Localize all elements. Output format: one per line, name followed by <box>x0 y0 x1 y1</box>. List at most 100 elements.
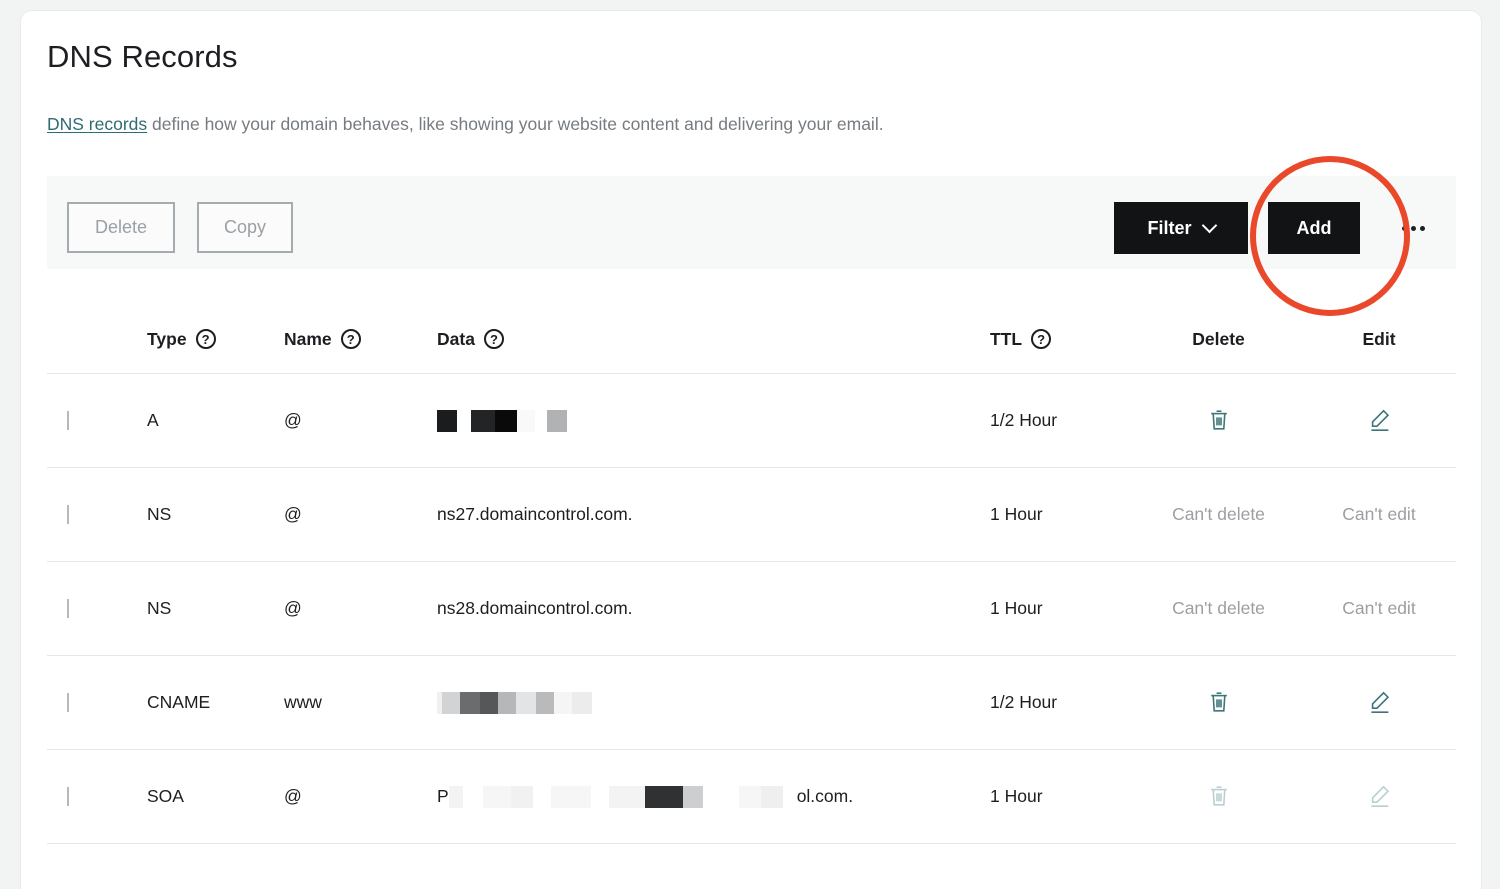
header-type-label: Type <box>147 328 187 349</box>
row-checkbox[interactable] <box>67 598 69 618</box>
redaction-block <box>482 785 511 808</box>
table-header-row: Type ? Name ? Data ? TTL ? Delete Edit <box>47 269 1456 374</box>
record-type: NS <box>147 504 172 524</box>
trash-icon[interactable] <box>1204 405 1234 435</box>
record-data-value: ns27.domaincontrol.com. <box>437 504 633 524</box>
record-name: @ <box>284 410 302 430</box>
record-data-cell <box>437 409 990 432</box>
edit-unavailable-label: Can't edit <box>1342 598 1416 618</box>
table-row: CNAME www 1/2 Hour <box>47 656 1456 750</box>
redaction-block <box>547 409 567 432</box>
redaction-block <box>572 691 592 714</box>
record-data-cell <box>437 691 990 714</box>
record-ttl: 1/2 Hour <box>990 410 1058 430</box>
dns-records-card: DNS Records DNS records define how your … <box>20 10 1482 889</box>
record-name: @ <box>284 504 302 524</box>
redaction-block <box>510 785 533 808</box>
pencil-icon <box>1364 781 1394 811</box>
header-data-label: Data <box>437 328 475 349</box>
header-ttl: TTL ? <box>990 293 1135 350</box>
record-delete-cell <box>1135 405 1302 437</box>
screenshot-root: DNS Records DNS records define how your … <box>0 0 1500 889</box>
row-checkbox[interactable] <box>67 786 69 806</box>
record-delete-cell <box>1135 687 1302 719</box>
redaction-block <box>608 785 645 808</box>
redaction-block <box>550 785 591 808</box>
record-type: NS <box>147 598 172 618</box>
table-row: A @1/2 Hour <box>47 374 1456 468</box>
record-ttl: 1 Hour <box>990 786 1043 806</box>
dns-records-link[interactable]: DNS records <box>47 114 147 134</box>
page-subtitle: DNS records define how your domain behav… <box>47 114 884 135</box>
record-data-cell: Pol.com. <box>437 785 990 808</box>
redaction-block <box>448 785 463 808</box>
header-edit: Edit <box>1362 328 1396 349</box>
edit-unavailable-label: Can't edit <box>1342 504 1416 524</box>
record-name: www <box>284 692 322 712</box>
redaction-block <box>644 785 683 808</box>
more-options-icon[interactable] <box>1402 218 1436 238</box>
type-help-icon[interactable]: ? <box>195 329 216 349</box>
redaction-block <box>516 691 536 714</box>
record-type: SOA <box>147 786 184 806</box>
record-name: @ <box>284 786 302 806</box>
filter-button-label: Filter <box>1147 217 1192 238</box>
copy-button[interactable]: Copy <box>197 202 293 253</box>
chevron-down-icon <box>1201 217 1217 233</box>
page-subtitle-text: define how your domain behaves, like sho… <box>147 114 884 134</box>
trash-icon[interactable] <box>1204 687 1234 717</box>
trash-icon <box>1204 781 1234 811</box>
delete-button[interactable]: Delete <box>67 202 175 253</box>
add-button[interactable]: Add <box>1268 202 1360 254</box>
record-data-cell: ns28.domaincontrol.com. <box>437 598 990 619</box>
pencil-icon[interactable] <box>1364 687 1394 717</box>
record-type: A <box>147 410 159 430</box>
delete-unavailable-label: Can't delete <box>1172 598 1265 618</box>
record-edit-cell: Can't edit <box>1302 598 1456 619</box>
header-select-all <box>47 303 147 339</box>
record-data-prefix: P <box>437 786 449 806</box>
table-toolbar: Delete Copy Filter Add <box>47 176 1456 269</box>
dns-records-table: Type ? Name ? Data ? TTL ? Delete Edit A… <box>47 269 1456 844</box>
redaction-block <box>760 785 783 808</box>
record-data-redacted <box>437 691 990 714</box>
record-name: @ <box>284 598 302 618</box>
row-checkbox[interactable] <box>67 692 69 712</box>
filter-button[interactable]: Filter <box>1114 202 1248 254</box>
row-checkbox-cell <box>47 786 147 806</box>
page-title: DNS Records <box>47 39 238 74</box>
header-name: Name ? <box>284 293 437 350</box>
record-edit-cell <box>1302 405 1456 437</box>
name-help-icon[interactable]: ? <box>340 329 361 349</box>
header-name-label: Name <box>284 328 332 349</box>
redaction-block <box>498 691 516 714</box>
header-delete: Delete <box>1192 328 1245 349</box>
redaction-block <box>495 409 517 432</box>
redaction-block <box>480 691 498 714</box>
ttl-help-icon[interactable]: ? <box>1031 329 1052 349</box>
table-row: NS @ ns27.domaincontrol.com. 1 Hour Can't de… <box>47 468 1456 562</box>
redaction-block <box>536 691 554 714</box>
row-checkbox-cell <box>47 504 147 524</box>
redaction-block <box>517 409 535 432</box>
record-delete-cell <box>1135 781 1302 813</box>
data-help-icon[interactable]: ? <box>483 329 504 349</box>
record-edit-cell: Can't edit <box>1302 504 1456 525</box>
header-type: Type ? <box>147 293 284 350</box>
record-edit-cell <box>1302 781 1456 813</box>
table-row: SOA @ Pol.com. 1 Hour <box>47 750 1456 844</box>
dot-1 <box>1402 225 1407 231</box>
redaction-block <box>682 785 703 808</box>
row-checkbox[interactable] <box>67 410 69 430</box>
record-data-cell: ns27.domaincontrol.com. <box>437 504 990 525</box>
pencil-icon[interactable] <box>1364 405 1394 435</box>
delete-unavailable-label: Can't delete <box>1172 504 1265 524</box>
redaction-block <box>471 409 495 432</box>
table-row: NS @ ns28.domaincontrol.com. 1 Hour Can't de… <box>47 562 1456 656</box>
header-data: Data ? <box>437 293 990 350</box>
record-data-redacted <box>437 409 990 432</box>
row-checkbox[interactable] <box>67 504 69 524</box>
dot-2 <box>1411 225 1416 231</box>
record-data-value: ns28.domaincontrol.com. <box>437 598 633 618</box>
record-ttl: 1/2 Hour <box>990 692 1058 712</box>
